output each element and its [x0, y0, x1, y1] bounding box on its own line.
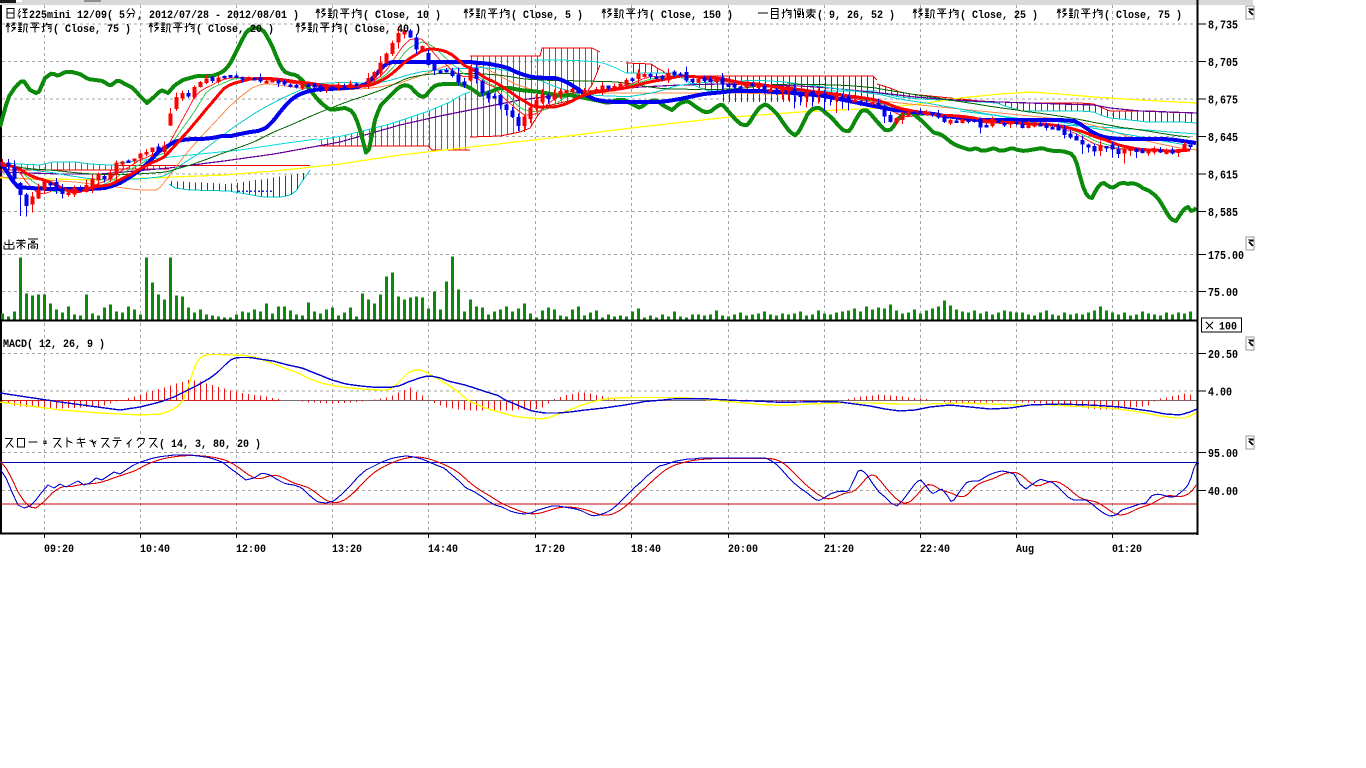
svg-text:8,675: 8,675 — [1208, 95, 1238, 108]
svg-text:8,615: 8,615 — [1208, 170, 1238, 183]
svg-text:MACD( 12, 26, 9 ): MACD( 12, 26, 9 ) — [3, 339, 105, 351]
svg-text:12:00: 12:00 — [236, 544, 266, 556]
svg-text:( 14, 3, 80, 20 ): ( 14, 3, 80, 20 ) — [159, 439, 261, 451]
svg-text:21:20: 21:20 — [824, 544, 854, 556]
svg-text:8,645: 8,645 — [1208, 132, 1238, 145]
svg-text:( 9, 26, 52 ): ( 9, 26, 52 ) — [817, 10, 895, 22]
svg-text:Aug: Aug — [1016, 544, 1034, 556]
svg-text:8,705: 8,705 — [1208, 57, 1238, 70]
svg-text:( Close, 25 ): ( Close, 25 ) — [960, 10, 1038, 22]
svg-text:( Close, 75 ): ( Close, 75 ) — [53, 24, 131, 36]
svg-text:22:40: 22:40 — [920, 544, 950, 556]
svg-text:175.00: 175.00 — [1208, 250, 1244, 263]
svg-text:( Close, 150 ): ( Close, 150 ) — [649, 10, 733, 22]
svg-text:18:40: 18:40 — [631, 544, 661, 556]
svg-text:4.00: 4.00 — [1208, 387, 1232, 400]
svg-text:( Close, 40 ): ( Close, 40 ) — [343, 24, 421, 36]
svg-text:01:20: 01:20 — [1112, 544, 1142, 556]
svg-text:75.00: 75.00 — [1208, 287, 1238, 300]
svg-text:( Close, 75 ): ( Close, 75 ) — [1104, 10, 1182, 22]
svg-text:( Close, 20 ): ( Close, 20 ) — [196, 24, 274, 36]
svg-text:14:40: 14:40 — [428, 544, 458, 556]
svg-text:8,735: 8,735 — [1208, 20, 1238, 33]
svg-text:8,585: 8,585 — [1208, 207, 1238, 220]
svg-text:17:20: 17:20 — [535, 544, 565, 556]
svg-text:10:40: 10:40 — [140, 544, 170, 556]
svg-text:13:20: 13:20 — [332, 544, 362, 556]
svg-text:40.00: 40.00 — [1208, 486, 1238, 499]
svg-text:95.00: 95.00 — [1208, 448, 1238, 461]
svg-text:100: 100 — [1219, 322, 1237, 334]
svg-text:20:00: 20:00 — [728, 544, 758, 556]
svg-text:20.50: 20.50 — [1208, 349, 1238, 362]
svg-text:225mini 12/09( 5: 225mini 12/09( 5 — [29, 10, 125, 22]
svg-text:( Close, 10 ): ( Close, 10 ) — [363, 10, 441, 22]
svg-text:( Close, 5 ): ( Close, 5 ) — [511, 10, 583, 22]
svg-text:, 2012/07/28 - 2012/08/01 ): , 2012/07/28 - 2012/08/01 ) — [137, 10, 299, 22]
svg-text:09:20: 09:20 — [44, 544, 74, 556]
